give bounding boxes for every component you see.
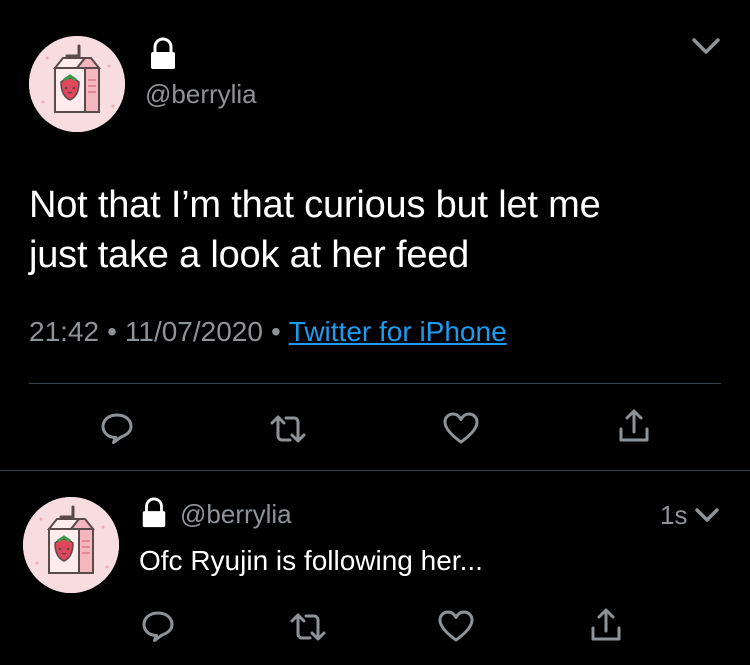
- tweet-date: 11/07/2020: [124, 316, 263, 347]
- reply-icon[interactable]: [138, 608, 178, 644]
- tweet-text-line-2: just take a look at her feed: [29, 234, 470, 276]
- share-icon[interactable]: [586, 605, 626, 645]
- tweet-source-link[interactable]: Twitter for iPhone: [289, 316, 507, 347]
- strawberry-milk-carton-avatar: [23, 497, 119, 593]
- strawberry-milk-carton-avatar: [29, 36, 125, 132]
- lock-icon: [147, 37, 179, 76]
- meta-separator: •: [107, 316, 117, 347]
- heart-icon[interactable]: [441, 410, 481, 446]
- divider: [0, 470, 750, 471]
- reply-author-handle[interactable]: @berrylia: [180, 499, 292, 530]
- reply-icon[interactable]: [97, 410, 137, 446]
- author-handle[interactable]: @berrylia: [145, 79, 257, 110]
- tweet-time: 21:42: [29, 316, 100, 347]
- divider: [29, 383, 721, 384]
- chevron-down-icon[interactable]: [694, 506, 720, 529]
- tweet-meta: 21:42 • 11/07/2020 • Twitter for iPhone: [29, 316, 507, 348]
- retweet-icon[interactable]: [288, 610, 328, 644]
- reply-avatar[interactable]: [23, 497, 119, 593]
- reply-text: Ofc Ryujin is following her...: [139, 545, 483, 576]
- meta-separator: •: [270, 316, 281, 347]
- heart-icon[interactable]: [436, 608, 476, 644]
- retweet-icon[interactable]: [268, 412, 308, 446]
- tweet-text-line-1: Not that I’m that curious but let me: [29, 184, 601, 226]
- tweet-text: Not that I’m that curious but let me jus…: [29, 180, 729, 280]
- share-icon[interactable]: [614, 406, 654, 446]
- reply-timestamp: 1s: [660, 500, 688, 530]
- avatar[interactable]: [29, 36, 125, 132]
- chevron-down-icon[interactable]: [691, 36, 721, 61]
- lock-icon: [139, 497, 169, 534]
